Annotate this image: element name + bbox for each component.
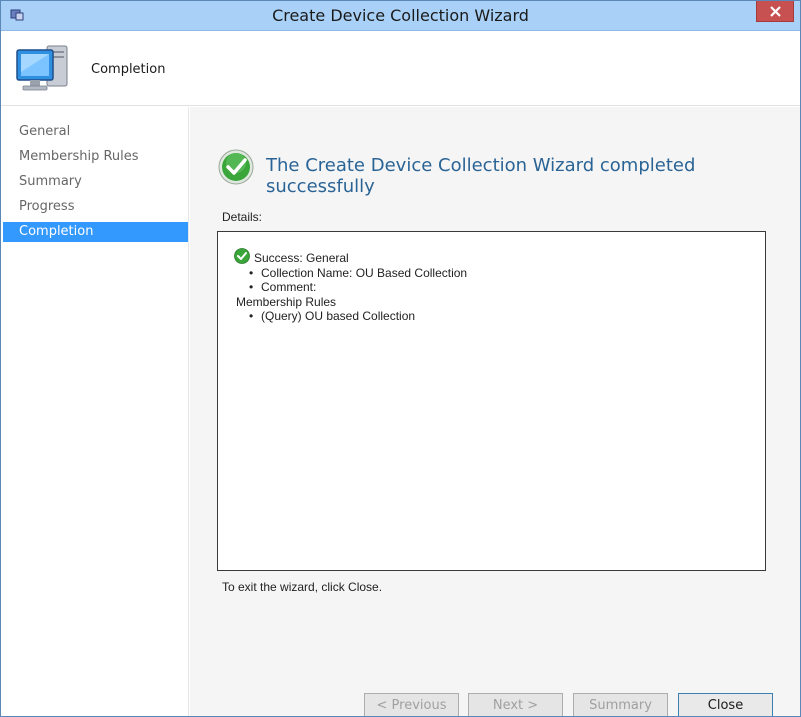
detail-bullet: • Collection Name: OU Based Collection [249,266,468,280]
exit-instructions: To exit the wizard, click Close. [222,580,383,594]
wizard-header: Completion [1,32,800,106]
close-icon [770,6,781,17]
detail-bullet: • Comment: [249,280,317,294]
close-window-button[interactable] [756,1,794,22]
close-button[interactable]: Close [678,693,773,716]
success-line: Success: General [254,251,349,265]
success-check-icon [218,149,254,185]
membership-heading: Membership Rules [236,295,337,309]
computer-icon [16,45,68,91]
details-box[interactable]: Success: General • Collection Name: OU Ba… [217,231,766,571]
page-title: Completion [91,62,166,77]
details-label: Details: [222,210,263,224]
nav-item-general[interactable]: General [3,122,188,142]
wizard-window: Create Device Collection Wizard Completi… [0,0,801,717]
nav-item-summary[interactable]: Summary [3,172,188,192]
next-button[interactable]: Next > [468,693,563,716]
nav-item-progress[interactable]: Progress [3,197,188,217]
nav-item-membership-rules[interactable]: Membership Rules [3,147,188,167]
detail-text: (Query) OU based Collection [261,309,416,323]
previous-button[interactable]: < Previous [364,693,459,716]
success-heading: The Create Device Collection Wizard comp… [266,155,696,197]
detail-text: Collection Name: OU Based Collection [261,266,468,280]
title-bar: Create Device Collection Wizard [1,1,800,31]
window-title: Create Device Collection Wizard [272,6,529,25]
wizard-nav: General Membership Rules Summary Progres… [1,107,189,716]
detail-bullet: • (Query) OU based Collection [249,309,416,323]
nav-item-completion[interactable]: Completion [3,222,188,242]
success-small-icon [234,248,250,264]
content-pane: The Create Device Collection Wizard comp… [190,107,800,716]
summary-button[interactable]: Summary [573,693,668,716]
detail-text: Comment: [261,280,317,294]
